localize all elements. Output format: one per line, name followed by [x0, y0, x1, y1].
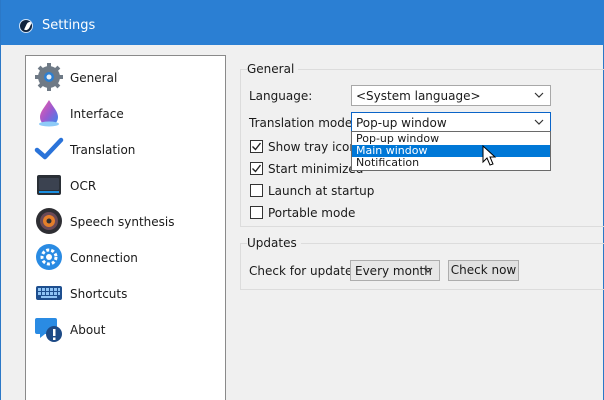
translation-mode-select[interactable]: Pop-up window	[351, 112, 551, 133]
sidebar-item-label: OCR	[70, 179, 97, 193]
launch-at-startup-checkbox[interactable]	[250, 184, 263, 197]
dropdown-option-notification[interactable]: Notification	[352, 157, 550, 169]
sidebar-item-translation[interactable]: Translation	[32, 131, 222, 165]
launch-at-startup-label: Launch at startup	[268, 184, 375, 198]
gear-icon	[35, 63, 63, 91]
settings-window: Settings General Interface Translation O…	[0, 0, 604, 400]
language-select-value: <System language>	[356, 89, 481, 103]
info-chat-icon	[35, 318, 62, 342]
language-label: Language:	[249, 89, 313, 103]
chevron-down-icon	[534, 92, 544, 98]
start-minimized-checkbox[interactable]	[250, 162, 263, 175]
settings-circle-icon	[36, 244, 62, 270]
sidebar-item-interface[interactable]: Interface	[32, 95, 222, 129]
translation-mode-label: Translation mode:	[249, 116, 357, 130]
show-tray-icon-checkbox[interactable]	[250, 140, 263, 153]
update-frequency-select[interactable]: Every month	[350, 260, 440, 281]
title-bar[interactable]: Settings	[1, 0, 604, 45]
checkmark-icon	[252, 164, 262, 173]
sidebar-item-about[interactable]: About	[32, 311, 222, 345]
sidebar-item-label: Translation	[70, 143, 136, 157]
translation-mode-dropdown: Pop-up window Main window Notification	[351, 131, 551, 171]
keyboard-icon	[36, 286, 62, 300]
sidebar-item-label: Shortcuts	[70, 287, 128, 301]
updates-group-title: Updates	[247, 236, 301, 250]
sidebar-item-label: Speech synthesis	[70, 215, 175, 229]
sidebar-item-label: General	[70, 71, 118, 85]
chevron-down-icon	[423, 267, 433, 273]
sidebar-item-ocr[interactable]: OCR	[32, 167, 222, 201]
sidebar-nav: General Interface Translation OCR Speech…	[25, 55, 226, 400]
app-logo-icon	[19, 19, 33, 33]
portable-mode-label: Portable mode	[268, 206, 356, 220]
start-minimized-label: Start minimized	[268, 162, 364, 176]
update-frequency-value: Every month	[355, 264, 432, 278]
check-for-updates-label: Check for updates:	[249, 264, 363, 278]
speaker-icon	[36, 208, 62, 234]
show-tray-icon-label: Show tray icon	[268, 140, 357, 154]
portable-mode-checkbox[interactable]	[250, 206, 263, 219]
sidebar-item-general[interactable]: General	[32, 59, 222, 93]
translation-mode-select-value: Pop-up window	[356, 116, 447, 130]
sidebar-item-connection[interactable]: Connection	[32, 239, 222, 273]
window-title: Settings	[42, 18, 96, 33]
scanner-icon	[37, 175, 61, 195]
sidebar-item-label: About	[70, 323, 106, 337]
chevron-down-icon	[534, 119, 544, 125]
sidebar-item-shortcuts[interactable]: Shortcuts	[32, 275, 222, 309]
checkmark-icon	[252, 142, 262, 151]
mouse-cursor-icon	[482, 145, 497, 166]
check-now-button[interactable]: Check now	[448, 260, 519, 281]
general-group-title: General	[247, 62, 299, 76]
sidebar-item-label: Connection	[70, 251, 138, 265]
sidebar-item-label: Interface	[70, 107, 124, 121]
paint-drop-icon	[39, 100, 59, 127]
language-select[interactable]: <System language>	[351, 85, 551, 106]
sidebar-item-speech-synthesis[interactable]: Speech synthesis	[32, 203, 222, 237]
checkmark-icon	[34, 137, 64, 160]
